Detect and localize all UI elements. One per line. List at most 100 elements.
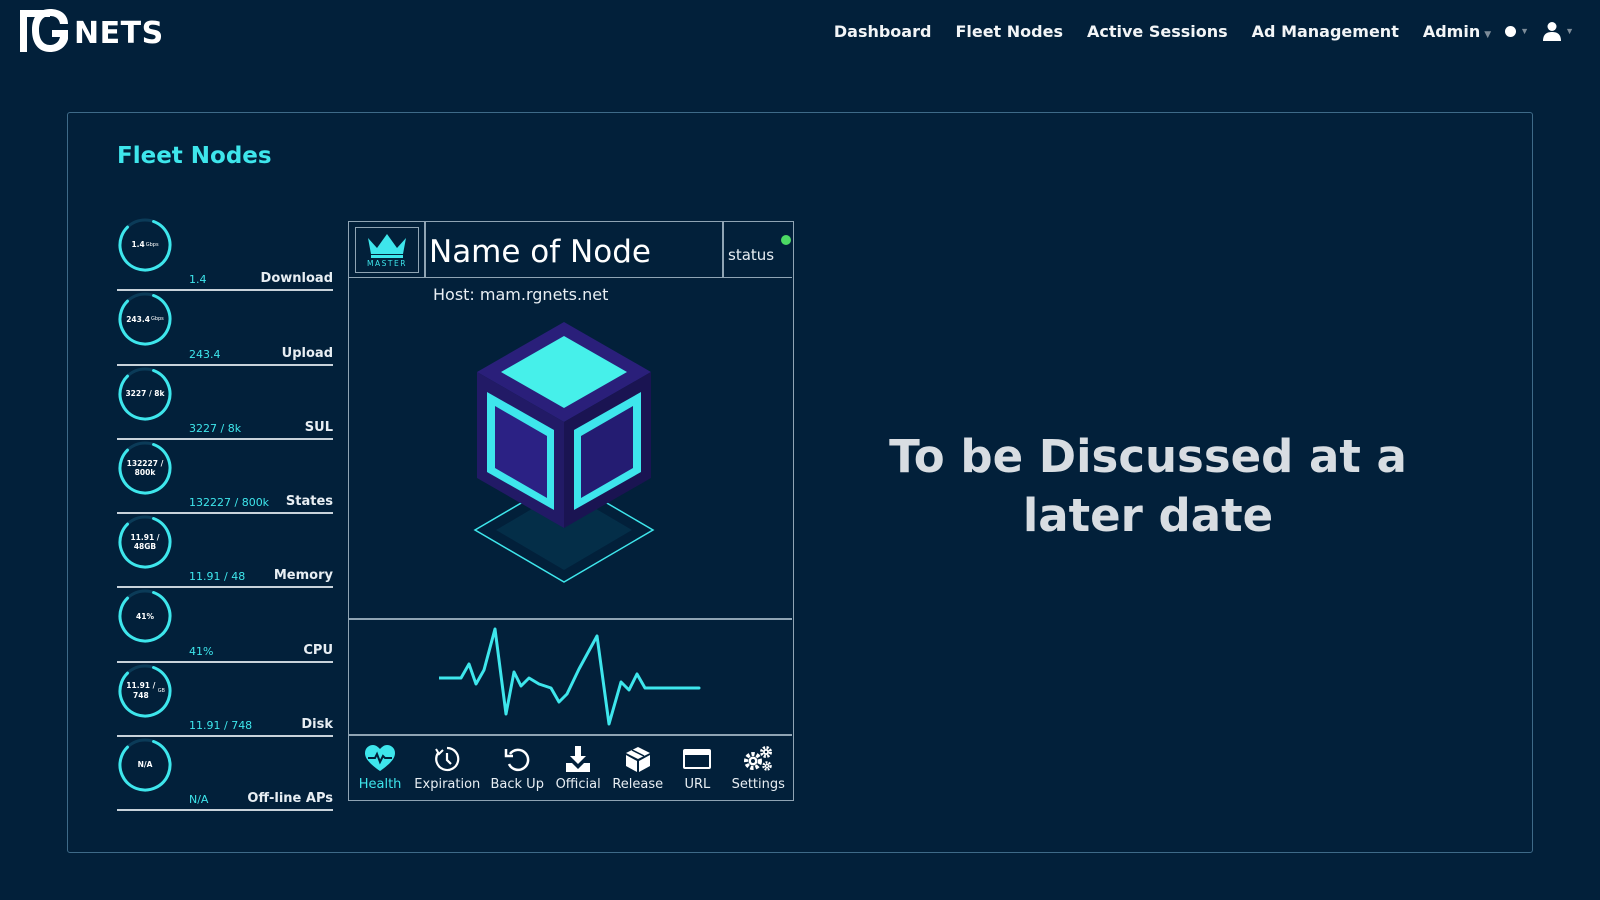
gauge-value: 1.4 [131, 240, 145, 250]
gauge-value: 41% [136, 611, 154, 621]
heart-pulse-icon [365, 744, 396, 771]
settings-button[interactable]: Settings [732, 745, 785, 792]
gauge-value: N/A [137, 760, 153, 770]
release-button[interactable]: Release [612, 745, 663, 792]
user-icon [1543, 22, 1562, 41]
metric-gauge: 41% [117, 588, 173, 644]
chevron-down-icon: ▼ [1565, 26, 1574, 36]
gauge-value: 3227 / 8k [125, 388, 165, 398]
gauge-value: 132227 / 800k [126, 458, 164, 477]
status-dot-icon [1505, 25, 1517, 37]
gauge-text: 243.4 Gbps [117, 291, 173, 347]
top-navbar: NETS Dashboard Fleet Nodes Active Sessio… [0, 0, 1600, 62]
health-button-label: Health [358, 776, 402, 792]
page-title: Fleet Nodes [117, 143, 272, 169]
official-button[interactable]: Official [554, 745, 602, 792]
metric-row: 3227 / 8k 3227 / 8k SUL [117, 366, 333, 440]
heartbeat-graph-icon [439, 627, 701, 726]
placeholder-line-1: To be Discussed at a [889, 430, 1407, 483]
url-button[interactable]: URL [673, 745, 721, 792]
release-button-label: Release [612, 776, 664, 792]
gauge-unit: GB [157, 687, 165, 694]
nav-dashboard[interactable]: Dashboard [834, 22, 932, 41]
crown-icon [368, 234, 406, 258]
gauge-text: 11.91 / 748 GB [117, 663, 173, 719]
status-dropdown[interactable]: ▼ [1505, 25, 1530, 37]
main-nav: Dashboard Fleet Nodes Active Sessions Ad… [810, 16, 1574, 46]
status-indicator-icon [781, 235, 791, 245]
gauge-text: 132227 / 800k [117, 440, 173, 496]
backup-button-label: Back Up [490, 776, 544, 792]
download-icon [566, 745, 591, 772]
node-card: MASTER Name of Node status Host: mam.rgn… [348, 221, 794, 801]
metric-gauge: N/A [117, 737, 173, 793]
metric-value: 1.4 [189, 273, 207, 287]
gauge-text: N/A [117, 737, 173, 793]
node-host: Host: mam.rgnets.net [433, 285, 609, 304]
brand-logo[interactable]: NETS [16, 6, 166, 56]
browser-window-icon [683, 748, 712, 769]
metric-row: 243.4 Gbps 243.4 Upload [117, 291, 333, 366]
metric-label: Download [260, 271, 333, 287]
metric-row: N/A N/A Off-line APs [117, 737, 333, 812]
metric-label: Upload [281, 345, 333, 361]
clock-icon [435, 746, 460, 771]
settings-button-label: Settings [731, 776, 785, 792]
backup-button[interactable]: Back Up [490, 745, 544, 792]
nav-ad-management[interactable]: Ad Management [1252, 22, 1399, 41]
gauge-value: 243.4 [126, 314, 150, 324]
nav-admin-dropdown[interactable]: Admin ▼ [1423, 22, 1491, 41]
metric-value: 243.4 [189, 347, 221, 361]
metric-row: 1.4 Gbps 1.4 Download [117, 217, 333, 292]
metric-label: Disk [301, 717, 333, 733]
metric-gauge: 132227 / 800k [117, 440, 173, 496]
nav-active-sessions[interactable]: Active Sessions [1087, 22, 1228, 41]
nav-admin-label: Admin [1422, 21, 1481, 41]
chevron-down-icon: ▼ [1520, 26, 1530, 36]
metric-value: 11.91 / 748 [189, 719, 253, 733]
metric-label: States [285, 494, 333, 510]
node-cube-icon [473, 322, 655, 583]
gauge-value: 11.91 / 48GB [130, 532, 160, 552]
metric-row: 41% 41% CPU [117, 588, 333, 663]
metric-row: 11.91 / 48GB 11.91 / 48 Memory [117, 514, 333, 589]
metric-value: 132227 / 800k [189, 496, 270, 510]
metric-value: N/A [189, 793, 209, 807]
metric-value: 3227 / 8k [189, 421, 242, 435]
expiration-button[interactable]: Expiration [414, 745, 480, 792]
undo-icon [504, 748, 530, 771]
logo-mark-icon [20, 9, 68, 52]
metric-label: Memory [273, 568, 333, 584]
gauge-unit: Gbps [150, 316, 164, 323]
metric-gauge: 11.91 / 748 GB [117, 663, 173, 719]
header-divider [722, 222, 724, 278]
expiration-button-label: Expiration [414, 776, 481, 792]
metric-gauge: 243.4 Gbps [117, 291, 173, 347]
metric-gauge: 3227 / 8k [117, 366, 173, 422]
gauge-text: 11.91 / 48GB [117, 514, 173, 570]
official-button-label: Official [555, 776, 601, 792]
health-button[interactable]: Health [356, 744, 404, 792]
user-menu[interactable]: ▼ [1543, 21, 1574, 41]
master-badge-label: MASTER [367, 259, 407, 268]
master-badge: MASTER [355, 227, 419, 273]
gears-icon [744, 745, 773, 771]
gauge-text: 3227 / 8k [117, 366, 173, 422]
metric-label: CPU [303, 642, 333, 658]
placeholder-message: To be Discussed at a later date [848, 428, 1448, 545]
metric-value: 41% [189, 644, 214, 658]
status-label: status [728, 246, 775, 264]
gauge-value: 11.91 / 748 [126, 681, 156, 700]
node-actions-bar: Health Expiration Back Up Official Relea… [349, 736, 792, 800]
metric-row: 11.91 / 748 GB 11.91 / 748 Disk [117, 663, 333, 738]
metric-gauge: 1.4 Gbps [117, 217, 173, 273]
logo-wordmark: NETS [74, 16, 164, 51]
node-name: Name of Node [429, 234, 651, 270]
nav-fleet-nodes[interactable]: Fleet Nodes [955, 22, 1063, 41]
metric-value: 11.91 / 48 [189, 570, 246, 584]
metrics-list: 1.4 Gbps 1.4 Download 243.4 Gbps 243.4 Upload 32… [117, 217, 333, 812]
gauge-unit: Gbps [145, 241, 159, 248]
card-divider [349, 618, 792, 620]
node-card-header: MASTER Name of Node status [349, 222, 792, 278]
header-divider [424, 222, 426, 278]
